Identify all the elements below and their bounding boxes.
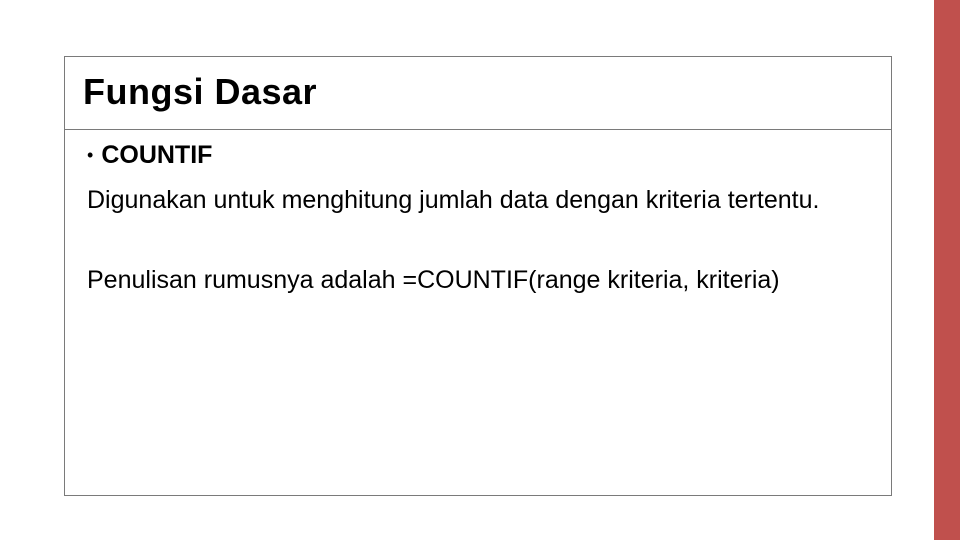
formula-paragraph: Penulisan rumusnya adalah =COUNTIF(range… xyxy=(87,265,869,296)
accent-bar xyxy=(934,0,960,540)
body-area: • COUNTIF Digunakan untuk menghitung jum… xyxy=(65,130,891,296)
bullet-line: • COUNTIF xyxy=(87,140,869,171)
function-name: COUNTIF xyxy=(101,140,212,171)
bullet-icon: • xyxy=(87,146,93,164)
slide-title: Fungsi Dasar xyxy=(83,71,873,113)
slide: Fungsi Dasar • COUNTIF Digunakan untuk m… xyxy=(0,0,960,540)
description-paragraph: Digunakan untuk menghitung jumlah data d… xyxy=(87,185,869,216)
title-row: Fungsi Dasar xyxy=(65,57,891,130)
content-frame: Fungsi Dasar • COUNTIF Digunakan untuk m… xyxy=(64,56,892,496)
